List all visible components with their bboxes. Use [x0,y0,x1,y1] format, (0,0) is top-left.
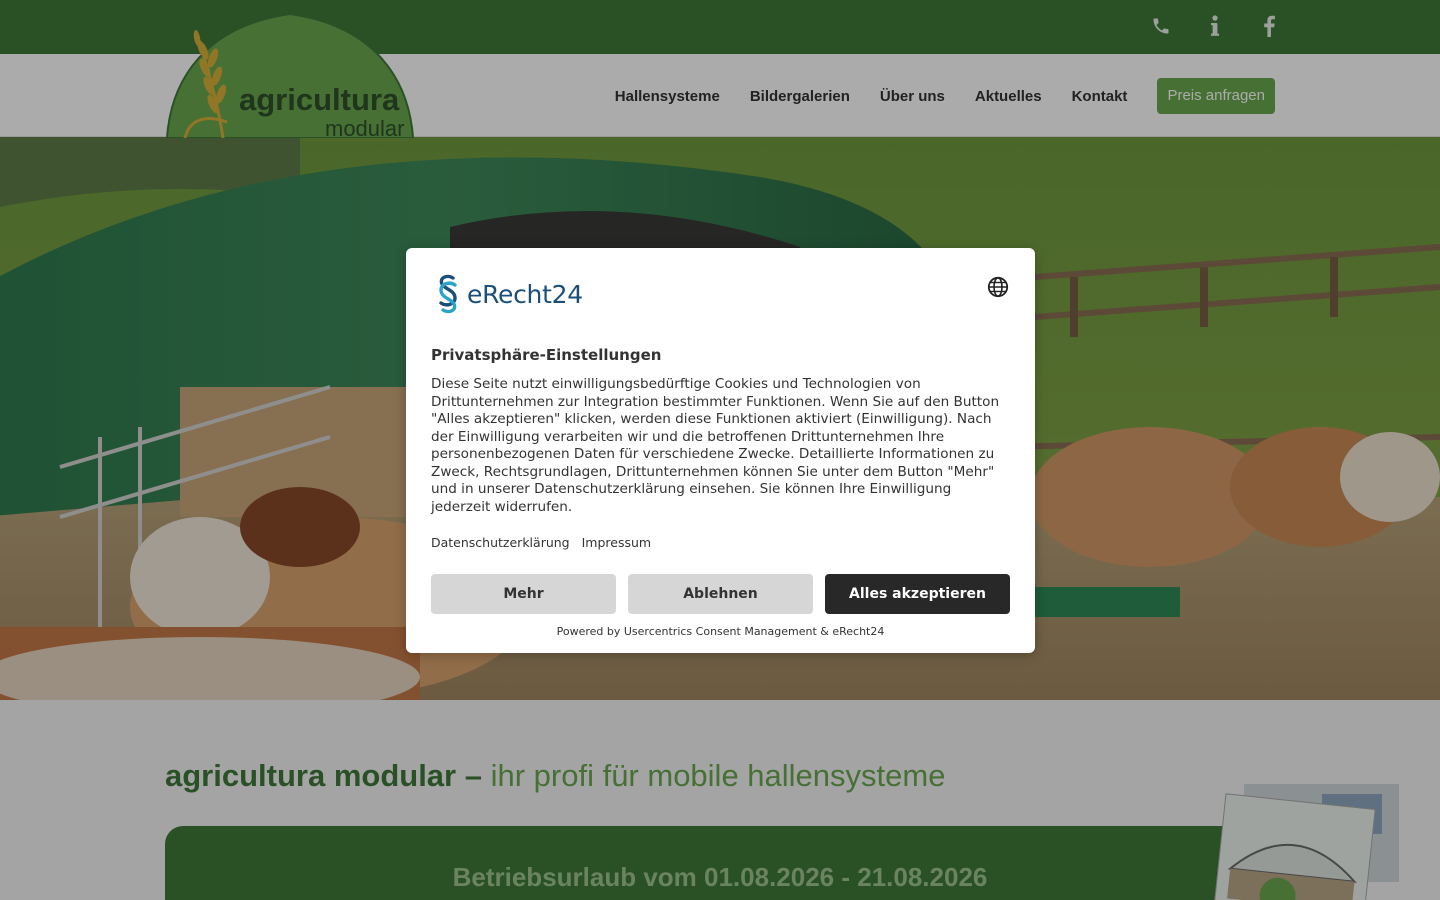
privacy-policy-link[interactable]: Datenschutzerklärung [431,535,570,550]
paragraph-icon [439,274,457,314]
decline-button[interactable]: Ablehnen [628,574,813,614]
consent-body-text: Diese Seite nutzt einwilligungsbedürftig… [431,376,1000,515]
powered-by-text: Powered by Usercentrics Consent Manageme… [556,625,885,638]
more-button[interactable]: Mehr [431,574,616,614]
imprint-link[interactable]: Impressum [582,535,651,550]
consent-buttons: Mehr Ablehnen Alles akzeptieren [431,574,1010,614]
consent-dialog: eRecht24 Privatsphäre-Einstellungen Dies… [406,248,1035,653]
erecht24-brand: eRecht24 [467,279,583,309]
accept-all-button[interactable]: Alles akzeptieren [825,574,1010,614]
globe-icon[interactable] [987,276,1009,298]
consent-title: Privatsphäre-Einstellungen [431,346,662,364]
consent-links: Datenschutzerklärung Impressum [431,535,651,550]
erecht24-logo: eRecht24 [431,274,583,314]
